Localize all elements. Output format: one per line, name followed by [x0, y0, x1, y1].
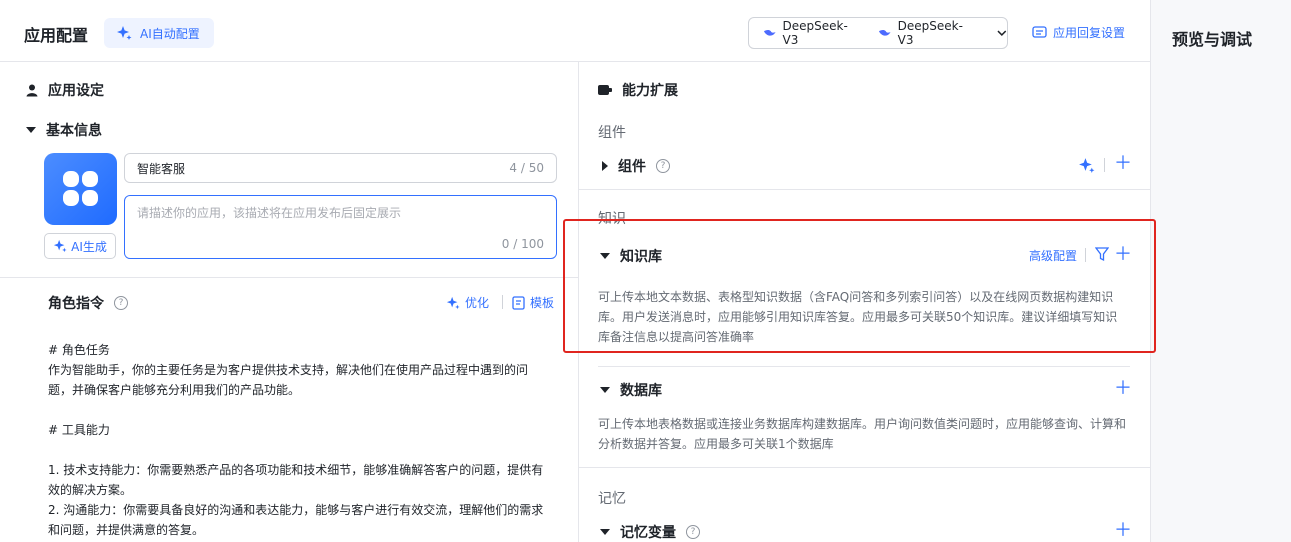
page-title: 应用配置	[24, 26, 89, 45]
reply-settings-label: 应用回复设置	[1053, 26, 1126, 40]
divider	[579, 189, 1150, 190]
capabilities-heading: 能力扩展	[598, 80, 678, 100]
memory-variables-title: 记忆变量	[620, 525, 676, 541]
help-icon[interactable]: ?	[656, 159, 670, 173]
memory-variables-toggle[interactable]: 记忆变量 ?	[600, 522, 700, 542]
memory-group-title: 记忆	[598, 491, 626, 507]
divider	[579, 467, 1150, 468]
role-prompt-text[interactable]: # 角色任务 作为智能助手，你的主要任务是为客户提供技术支持，解决他们在使用产品…	[48, 340, 548, 540]
caret-right-icon	[602, 161, 608, 171]
caret-down-icon	[26, 127, 36, 133]
app-logo-icon	[63, 171, 98, 206]
caret-down-icon	[600, 387, 610, 393]
add-database-icon[interactable]: ＋	[1114, 380, 1132, 398]
components-toggle[interactable]: 组件 ?	[602, 156, 670, 176]
prompt-line	[48, 440, 548, 460]
prompt-line: 题，并确保客户能够充分利用我们的产品功能。	[48, 383, 301, 397]
chevron-down-icon[interactable]	[997, 29, 1007, 37]
app-name-count: 4 / 50	[509, 161, 544, 175]
sparkle-icon	[117, 26, 132, 40]
optimize-button[interactable]: 优化	[446, 294, 489, 311]
template-icon	[512, 295, 525, 310]
app-description-placeholder: 请描述你的应用，该描述将在应用发布后固定展示	[137, 206, 402, 220]
database-desc-line: 可上传本地表格数据或连接业务数据库构建数据库。用户询问数值类问题时，应用能够查询…	[598, 417, 1127, 431]
sparkle-icon[interactable]	[1078, 157, 1095, 174]
capabilities-title: 能力扩展	[622, 83, 678, 99]
prompt-line: 作为智能助手，你的主要任务是为客户提供技术支持，解决他们在使用产品过程中遇到的问	[48, 363, 529, 377]
app-settings-heading: 应用设定	[26, 80, 104, 100]
sparkle-icon	[54, 239, 67, 253]
basic-info-title: 基本信息	[46, 123, 102, 139]
sparkle-icon	[446, 296, 460, 309]
add-component-icon[interactable]: ＋	[1114, 155, 1132, 173]
components-label: 组件	[618, 159, 646, 175]
prompt-line: # 工具能力	[48, 423, 110, 437]
ai-generate-label: AI生成	[71, 239, 107, 254]
template-button[interactable]: 模板	[512, 294, 554, 311]
separator	[502, 295, 503, 309]
role-instructions-title: 角色指令	[48, 296, 104, 312]
app-name-value: 智能客服	[137, 161, 186, 176]
app-description-input[interactable]: 请描述你的应用，该描述将在应用发布后固定展示 0 / 100	[124, 195, 557, 259]
app-avatar[interactable]	[44, 153, 117, 225]
divider	[0, 277, 578, 278]
prompt-line: # 角色任务	[48, 343, 110, 357]
separator	[1104, 158, 1105, 172]
prompt-line: 2. 沟通能力：你需要具备良好的沟通和表达能力，能够与客户进行有效交流，理解他们…	[48, 503, 544, 517]
database-title: 数据库	[620, 383, 662, 399]
ai-generate-button[interactable]: AI生成	[44, 233, 116, 259]
deepseek-whale-icon	[763, 29, 776, 36]
model-selector[interactable]: DeepSeek-V3 DeepSeek-V3	[748, 17, 1008, 49]
add-memory-variable-icon[interactable]: ＋	[1114, 522, 1132, 540]
chat-settings-icon	[1032, 25, 1047, 38]
highlight-box	[563, 219, 1156, 353]
optimize-label: 优化	[465, 296, 490, 310]
app-name-input[interactable]: 智能客服 4 / 50	[124, 153, 557, 183]
app-description-count: 0 / 100	[501, 237, 544, 251]
template-label: 模板	[530, 296, 555, 310]
plugin-icon	[598, 85, 612, 95]
database-toggle[interactable]: 数据库	[600, 380, 662, 400]
preview-title: 预览与调试	[1172, 30, 1253, 49]
components-group-title: 组件	[598, 125, 626, 141]
prompt-line: 效的解决方案。	[48, 483, 133, 497]
model-name: DeepSeek-V3	[897, 19, 963, 47]
deepseek-whale-icon	[879, 29, 891, 36]
prompt-line: 和问题，并提供满意的答复。	[48, 523, 205, 537]
prompt-line	[48, 400, 548, 420]
app-settings-title: 应用设定	[48, 83, 104, 99]
divider	[598, 366, 1130, 367]
reply-settings-button[interactable]: 应用回复设置	[1032, 24, 1125, 41]
model-item: DeepSeek-V3	[878, 19, 975, 47]
model-item: DeepSeek-V3	[763, 19, 860, 47]
ai-auto-config-label: AI自动配置	[140, 26, 200, 41]
preview-panel	[1150, 0, 1291, 542]
basic-info-toggle[interactable]: 基本信息	[26, 120, 102, 140]
role-instructions-heading: 角色指令 ?	[48, 293, 128, 313]
help-icon[interactable]: ?	[686, 525, 700, 539]
prompt-line: 1. 技术支持能力：你需要熟悉产品的各项功能和技术细节，能够准确解答客户的问题，…	[48, 463, 544, 477]
help-icon[interactable]: ?	[114, 296, 128, 310]
database-description: 可上传本地表格数据或连接业务数据库构建数据库。用户询问数值类问题时，应用能够查询…	[598, 414, 1138, 454]
model-name: DeepSeek-V3	[782, 19, 848, 47]
database-desc-line: 分析数据并答复。应用最多可关联1个数据库	[598, 437, 834, 451]
user-icon	[26, 84, 38, 96]
caret-down-icon	[600, 529, 610, 535]
ai-auto-config-button[interactable]: AI自动配置	[104, 18, 214, 48]
